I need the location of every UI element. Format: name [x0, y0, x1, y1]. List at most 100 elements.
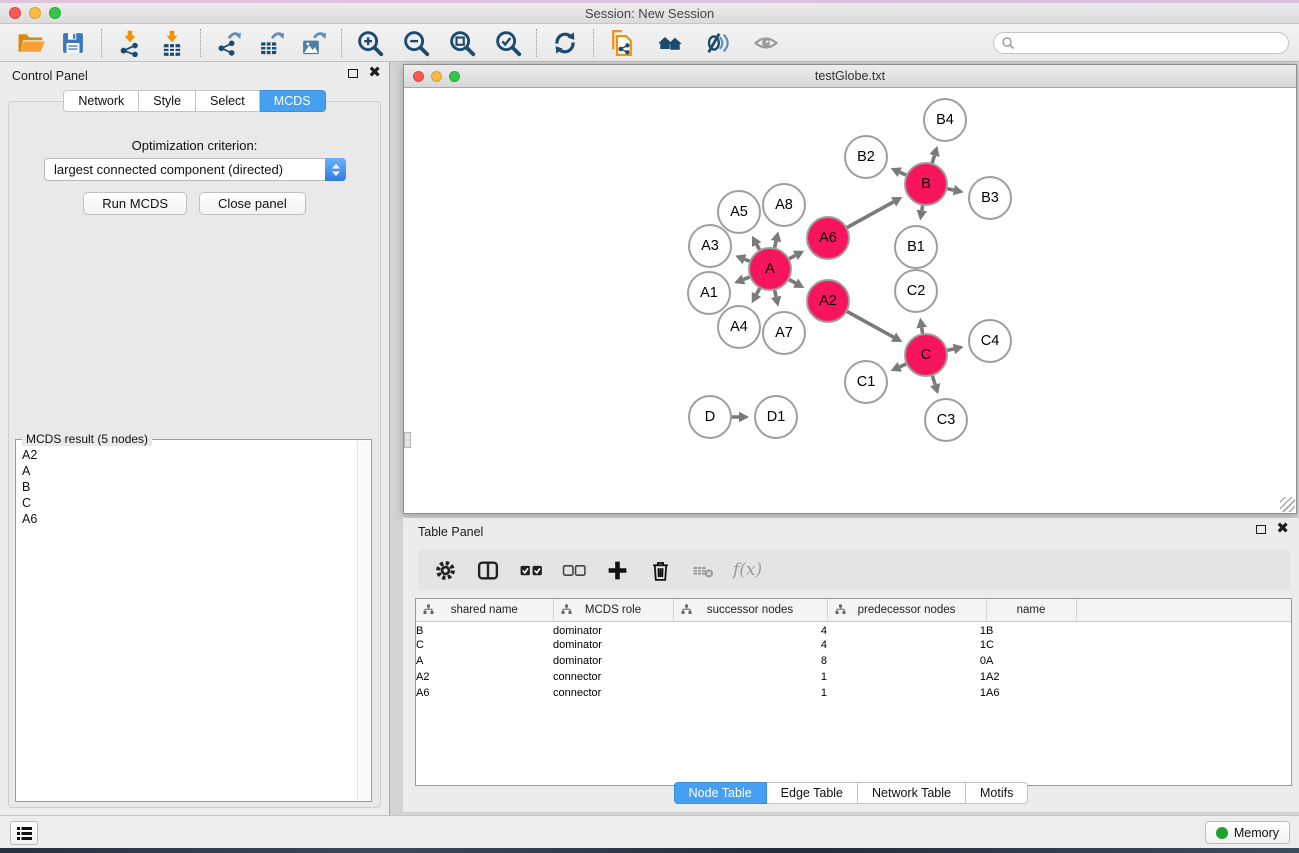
graph-node-D1[interactable]: D1	[754, 395, 798, 439]
network-canvas[interactable]: B4B2BB3A5A8A6A3AB1C2A1A4A7A2CC4C1C3DD1	[404, 88, 1296, 513]
mcds-result-item[interactable]: A6	[22, 511, 356, 527]
search-input[interactable]	[993, 32, 1289, 54]
table-cell[interactable]: A6	[416, 685, 553, 701]
mcds-result-item[interactable]: A	[22, 463, 356, 479]
criterion-select[interactable]: largest connected component (directed)	[44, 158, 346, 181]
graph-node-A3[interactable]: A3	[688, 224, 732, 268]
graph-node-A1[interactable]: A1	[687, 271, 731, 315]
refresh-button[interactable]	[548, 27, 582, 59]
graph-node-B1[interactable]: B1	[894, 225, 938, 269]
table-cell[interactable]: dominator	[553, 621, 673, 637]
close-panel-button[interactable]: Close panel	[199, 192, 306, 215]
table-cell[interactable]: A6	[986, 685, 1076, 701]
graph-node-B4[interactable]: B4	[923, 98, 967, 142]
table-row[interactable]: Bdominator41B	[416, 621, 1291, 637]
column-header-mcds-role[interactable]: MCDS role	[553, 599, 673, 621]
table-cell[interactable]: 4	[673, 621, 827, 637]
graph-node-A6[interactable]: A6	[806, 216, 850, 260]
table-cell[interactable]: B	[986, 621, 1076, 637]
open-file-button[interactable]	[14, 27, 48, 59]
import-table-button[interactable]	[155, 27, 189, 59]
graph-node-B[interactable]: B	[904, 162, 948, 206]
export-table-button[interactable]	[254, 27, 288, 59]
graph-node-A7[interactable]: A7	[762, 311, 806, 355]
table-row[interactable]: Cdominator41C	[416, 637, 1291, 653]
run-mcds-button[interactable]: Run MCDS	[83, 192, 187, 215]
column-header-successor-nodes[interactable]: successor nodes	[673, 599, 827, 621]
tab-motifs[interactable]: Motifs	[966, 782, 1028, 804]
graph-node-B2[interactable]: B2	[844, 135, 888, 179]
column-header-shared-name[interactable]: shared name	[416, 599, 553, 621]
split-view-button[interactable]	[475, 557, 501, 583]
mcds-result-item[interactable]: C	[22, 495, 356, 511]
graph-node-C[interactable]: C	[904, 333, 948, 377]
table-cell[interactable]: C	[986, 637, 1076, 653]
overview-splitter-grip[interactable]	[404, 432, 411, 448]
export-network-button[interactable]	[212, 27, 246, 59]
table-cell[interactable]: connector	[553, 685, 673, 701]
table-cell[interactable]: 1	[673, 669, 827, 685]
graph-node-A8[interactable]: A8	[762, 183, 806, 227]
function-builder-button[interactable]: f(x)	[733, 557, 762, 583]
table-cell[interactable]: 4	[673, 637, 827, 653]
table-row[interactable]: Adominator80A	[416, 653, 1291, 669]
float-panel-icon[interactable]	[348, 69, 358, 78]
table-row[interactable]: A6connector11A6	[416, 685, 1291, 701]
memory-button[interactable]: Memory	[1205, 821, 1290, 844]
table-cell[interactable]: 1	[827, 669, 986, 685]
mcds-result-item[interactable]: A2	[22, 447, 356, 463]
graph-node-A5[interactable]: A5	[717, 190, 761, 234]
table-cell[interactable]: 1	[827, 637, 986, 653]
show-graphics-details-button[interactable]	[749, 27, 783, 59]
graph-node-C1[interactable]: C1	[844, 360, 888, 404]
table-cell[interactable]: 1	[827, 685, 986, 701]
tab-select[interactable]: Select	[196, 90, 260, 112]
table-cell[interactable]: 1	[827, 621, 986, 637]
tab-network[interactable]: Network	[63, 90, 139, 112]
table-cell[interactable]: connector	[553, 669, 673, 685]
graph-node-D[interactable]: D	[688, 395, 732, 439]
graph-node-C3[interactable]: C3	[924, 398, 968, 442]
table-cell[interactable]: A	[416, 653, 553, 669]
show-task-history-button[interactable]	[10, 821, 38, 845]
mcds-list-scrollbar[interactable]	[357, 441, 370, 800]
table-cell[interactable]: A2	[986, 669, 1076, 685]
select-all-button[interactable]	[518, 557, 544, 583]
tab-network-table[interactable]: Network Table	[858, 782, 966, 804]
column-header-name[interactable]: name	[986, 599, 1076, 621]
table-cell[interactable]: 8	[673, 653, 827, 669]
graph-node-B3[interactable]: B3	[968, 176, 1012, 220]
deselect-all-button[interactable]	[561, 557, 587, 583]
zoom-selected-button[interactable]	[491, 27, 525, 59]
graph-node-C4[interactable]: C4	[968, 319, 1012, 363]
table-cell[interactable]: 0	[827, 653, 986, 669]
table-cell[interactable]: B	[416, 621, 553, 637]
delete-columns-button[interactable]	[647, 557, 673, 583]
zoom-out-button[interactable]	[399, 27, 433, 59]
float-table-panel-icon[interactable]	[1256, 525, 1266, 534]
table-cell[interactable]: A2	[416, 669, 553, 685]
create-column-button[interactable]	[604, 557, 630, 583]
zoom-in-button[interactable]	[353, 27, 387, 59]
table-cell[interactable]: dominator	[553, 653, 673, 669]
clone-network-button[interactable]	[605, 27, 639, 59]
table-cell[interactable]: dominator	[553, 637, 673, 653]
table-cell[interactable]: C	[416, 637, 553, 653]
close-table-panel-icon[interactable]: ✖	[1276, 524, 1289, 534]
zoom-fit-button[interactable]	[445, 27, 479, 59]
table-cell[interactable]: A	[986, 653, 1076, 669]
table-cell[interactable]: 1	[673, 685, 827, 701]
window-resize-grip[interactable]	[1280, 497, 1295, 512]
table-row[interactable]: A2connector11A2	[416, 669, 1291, 685]
graph-node-A2[interactable]: A2	[806, 279, 850, 323]
close-panel-icon[interactable]: ✖	[368, 68, 381, 78]
hide-graphics-details-button[interactable]	[701, 27, 735, 59]
tab-node-table[interactable]: Node Table	[674, 782, 767, 804]
network-window-titlebar[interactable]: testGlobe.txt	[404, 65, 1296, 88]
save-session-button[interactable]	[56, 27, 90, 59]
graph-node-A4[interactable]: A4	[717, 305, 761, 349]
column-header-predecessor-nodes[interactable]: predecessor nodes	[827, 599, 986, 621]
tab-mcds[interactable]: MCDS	[260, 90, 326, 112]
tab-style[interactable]: Style	[139, 90, 196, 112]
mcds-result-item[interactable]: B	[22, 479, 356, 495]
